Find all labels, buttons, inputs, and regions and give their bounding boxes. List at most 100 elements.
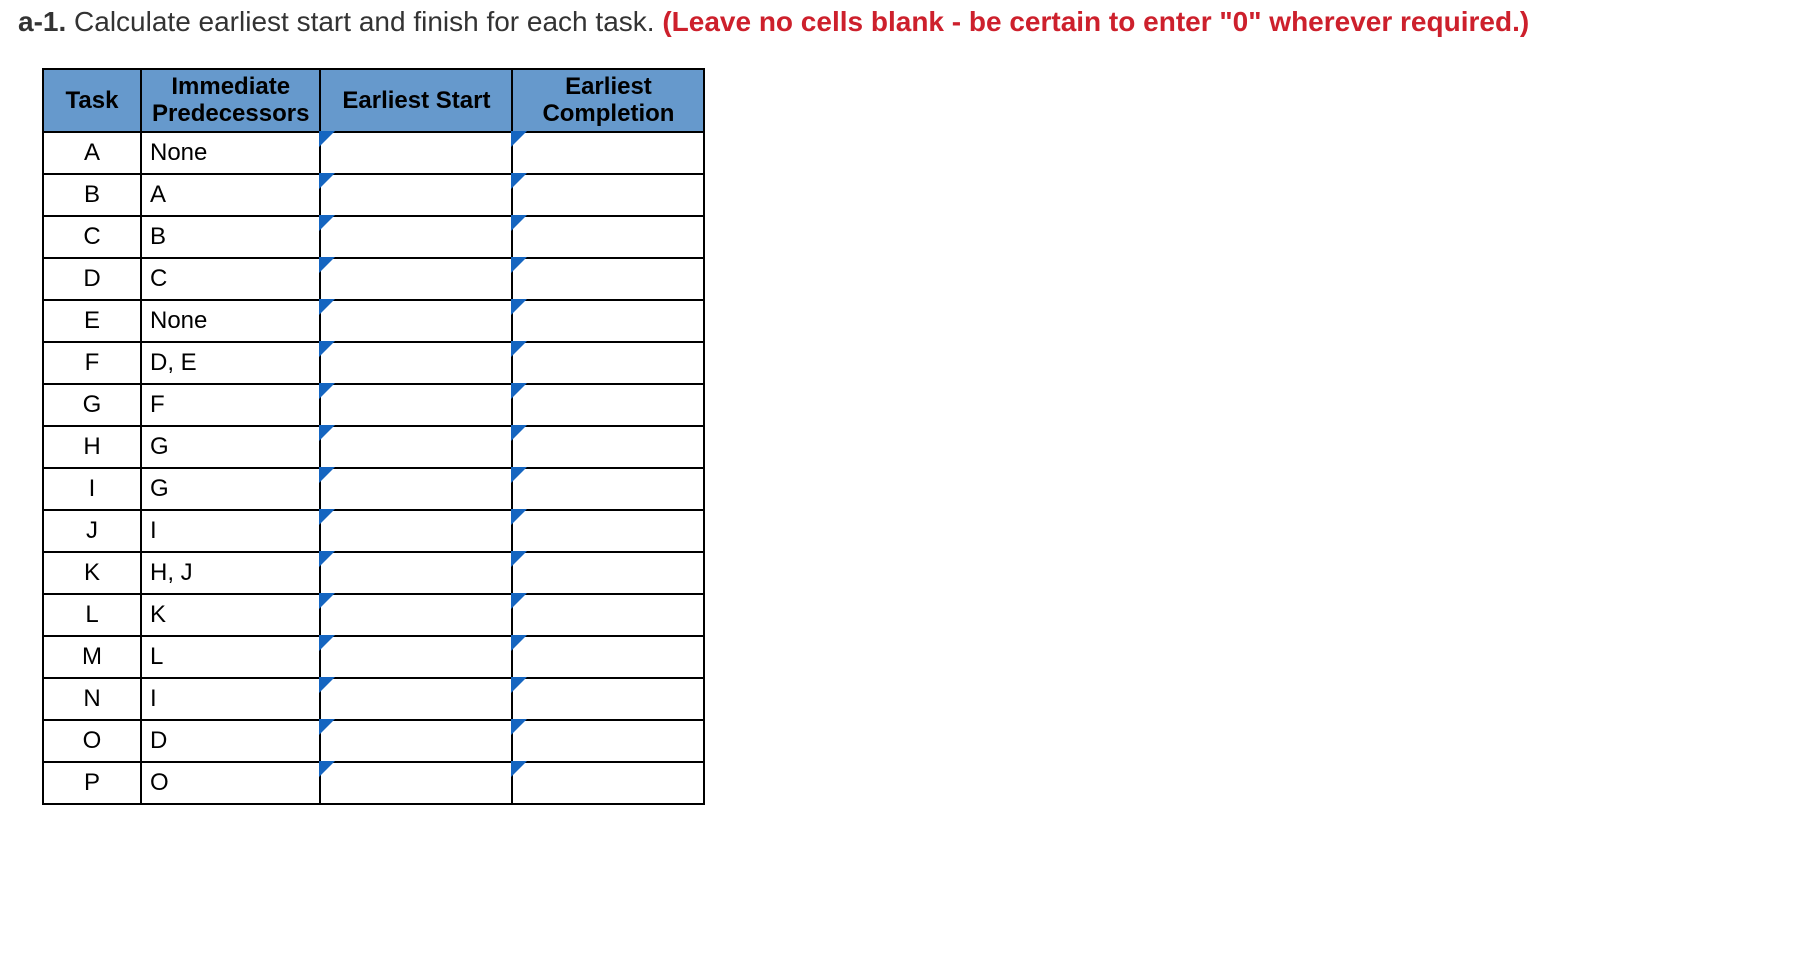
cell-earliest-completion [512,384,704,426]
cell-earliest-start [320,258,512,300]
cell-predecessors: K [141,594,320,636]
earliest-completion-input[interactable] [513,469,703,509]
earliest-completion-input[interactable] [513,721,703,761]
table-row: HG [43,426,704,468]
question-prompt: a-1. Calculate earliest start and finish… [0,4,1819,68]
table-row: OD [43,720,704,762]
cell-earliest-start [320,342,512,384]
cell-earliest-completion [512,636,704,678]
cell-earliest-start [320,636,512,678]
cell-predecessors: G [141,426,320,468]
cell-earliest-start [320,426,512,468]
cell-earliest-completion [512,216,704,258]
earliest-start-input[interactable] [321,637,511,677]
earliest-start-input[interactable] [321,343,511,383]
earliest-completion-input[interactable] [513,259,703,299]
cell-earliest-start [320,468,512,510]
earliest-start-input[interactable] [321,427,511,467]
cell-predecessors: F [141,384,320,426]
cell-earliest-completion [512,132,704,174]
earliest-completion-input[interactable] [513,553,703,593]
cell-earliest-completion [512,342,704,384]
table-row: JI [43,510,704,552]
header-earliest-completion: Earliest Completion [512,69,704,132]
cell-task: A [43,132,141,174]
header-earliest-start: Earliest Start [320,69,512,132]
earliest-start-input[interactable] [321,553,511,593]
cell-predecessors: C [141,258,320,300]
earliest-completion-input[interactable] [513,133,703,173]
cell-task: N [43,678,141,720]
question-number: a-1. [18,6,66,37]
cell-predecessors: I [141,510,320,552]
cell-task: F [43,342,141,384]
cell-task: O [43,720,141,762]
table-row: NI [43,678,704,720]
table-row: LK [43,594,704,636]
earliest-completion-input[interactable] [513,679,703,719]
cell-predecessors: G [141,468,320,510]
earliest-start-input[interactable] [321,511,511,551]
cell-task: K [43,552,141,594]
earliest-completion-input[interactable] [513,343,703,383]
table-body: ANoneBACBDCENoneFD, EGFHGIGJIKH, JLKMLNI… [43,132,704,804]
table-row: ENone [43,300,704,342]
earliest-start-input[interactable] [321,721,511,761]
cell-earliest-completion [512,594,704,636]
cell-predecessors: O [141,762,320,804]
earliest-completion-input[interactable] [513,763,703,803]
cell-task: C [43,216,141,258]
earliest-start-input[interactable] [321,763,511,803]
earliest-start-input[interactable] [321,679,511,719]
earliest-completion-input[interactable] [513,385,703,425]
earliest-completion-input[interactable] [513,511,703,551]
table-header: Task Immediate Predecessors Earliest Sta… [43,69,704,132]
question-container: a-1. Calculate earliest start and finish… [0,0,1819,805]
cell-task: P [43,762,141,804]
table-row: BA [43,174,704,216]
earliest-completion-input[interactable] [513,175,703,215]
earliest-start-input[interactable] [321,259,511,299]
table-row: FD, E [43,342,704,384]
earliest-completion-input[interactable] [513,217,703,257]
cell-earliest-completion [512,678,704,720]
table-row: DC [43,258,704,300]
earliest-start-input[interactable] [321,595,511,635]
cell-earliest-completion [512,762,704,804]
cell-earliest-start [320,594,512,636]
cell-task: M [43,636,141,678]
cell-task: J [43,510,141,552]
cell-task: B [43,174,141,216]
cell-earliest-completion [512,258,704,300]
question-instruction: Calculate earliest start and finish for … [74,6,655,37]
earliest-start-input[interactable] [321,175,511,215]
cell-earliest-completion [512,174,704,216]
cell-predecessors: None [141,132,320,174]
table-row: CB [43,216,704,258]
cell-predecessors: D, E [141,342,320,384]
earliest-completion-input[interactable] [513,427,703,467]
cell-predecessors: H, J [141,552,320,594]
cell-task: G [43,384,141,426]
cell-predecessors: A [141,174,320,216]
cell-predecessors: D [141,720,320,762]
table-row: ANone [43,132,704,174]
cell-earliest-completion [512,552,704,594]
earliest-completion-input[interactable] [513,301,703,341]
earliest-completion-input[interactable] [513,595,703,635]
cell-earliest-completion [512,300,704,342]
earliest-start-input[interactable] [321,301,511,341]
earliest-start-input[interactable] [321,133,511,173]
earliest-start-input[interactable] [321,385,511,425]
header-predecessors: Immediate Predecessors [141,69,320,132]
cell-earliest-start [320,132,512,174]
table-row: KH, J [43,552,704,594]
cell-task: H [43,426,141,468]
table-row: ML [43,636,704,678]
cell-predecessors: B [141,216,320,258]
earliest-start-input[interactable] [321,469,511,509]
cell-task: L [43,594,141,636]
earliest-completion-input[interactable] [513,637,703,677]
cell-earliest-completion [512,468,704,510]
earliest-start-input[interactable] [321,217,511,257]
